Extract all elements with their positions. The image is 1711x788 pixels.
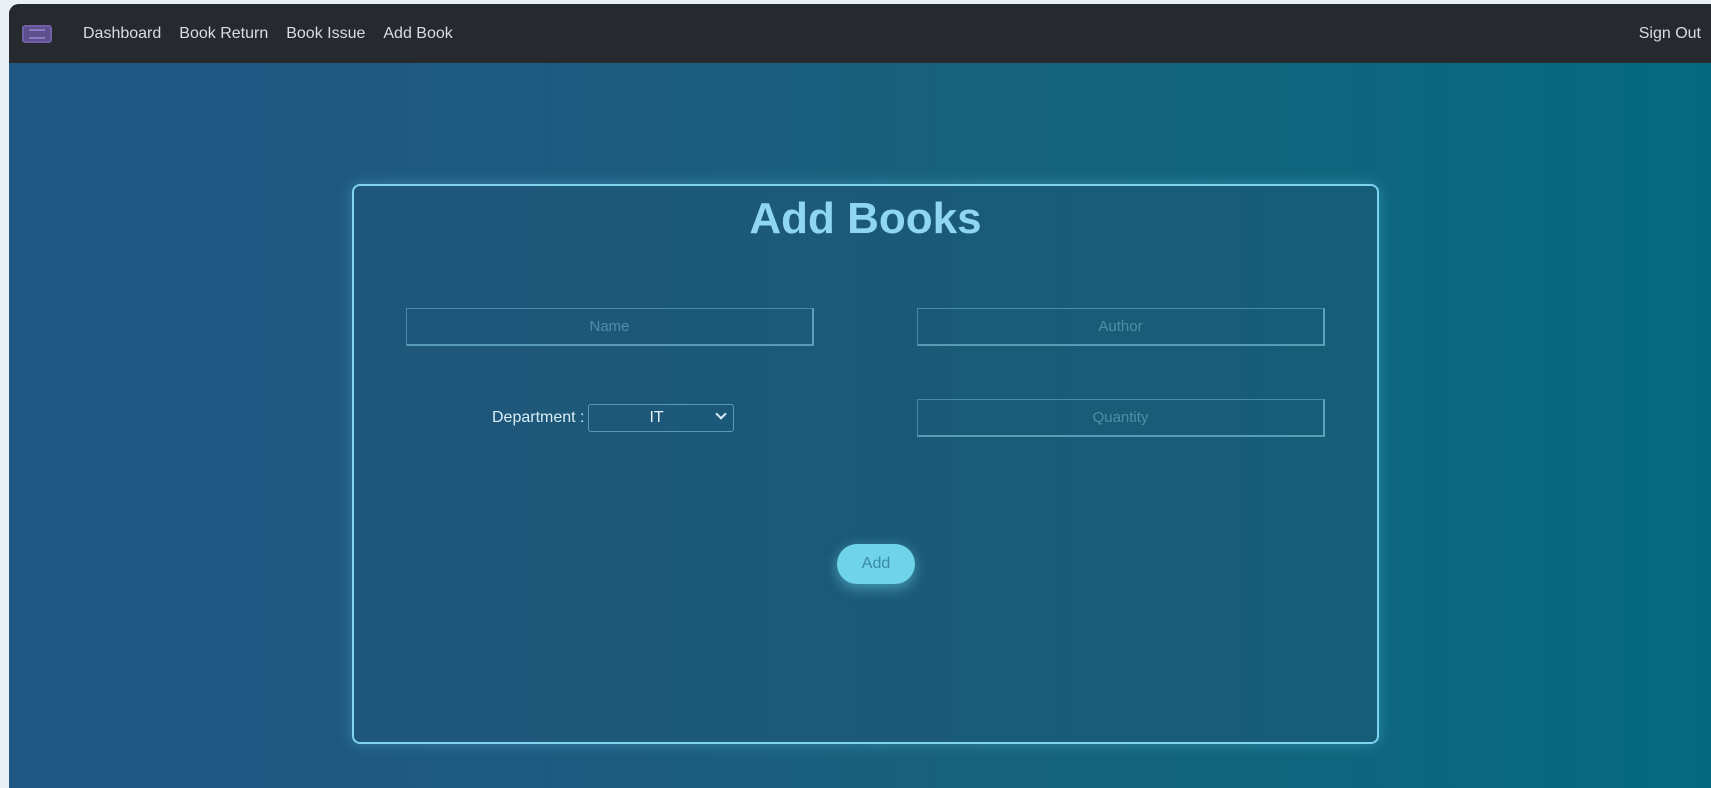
nav-dashboard-link[interactable]: Dashboard (83, 25, 161, 43)
add-button[interactable]: Add (837, 544, 915, 584)
department-group: Department : IT (492, 404, 735, 432)
quantity-input[interactable] (917, 399, 1325, 437)
department-selected-value: IT (649, 409, 664, 426)
department-label: Department : (492, 409, 585, 426)
nav-links: Dashboard Book Return Book Issue Add Boo… (83, 4, 453, 63)
chevron-down-icon (715, 408, 728, 420)
author-input[interactable] (917, 308, 1325, 346)
app-window: Dashboard Book Return Book Issue Add Boo… (9, 4, 1711, 788)
nav-book-issue-link[interactable]: Book Issue (286, 25, 365, 43)
name-input[interactable] (406, 308, 814, 346)
library-logo-icon[interactable] (22, 25, 52, 43)
department-select[interactable]: IT (588, 404, 735, 432)
page-title: Add Books (749, 194, 982, 243)
add-books-card: Add Books Department : IT Add (352, 184, 1379, 744)
navbar: Dashboard Book Return Book Issue Add Boo… (9, 4, 1711, 63)
sign-out-link[interactable]: Sign Out (1639, 4, 1701, 63)
nav-book-return-link[interactable]: Book Return (179, 25, 268, 43)
nav-add-book-link[interactable]: Add Book (383, 25, 452, 43)
